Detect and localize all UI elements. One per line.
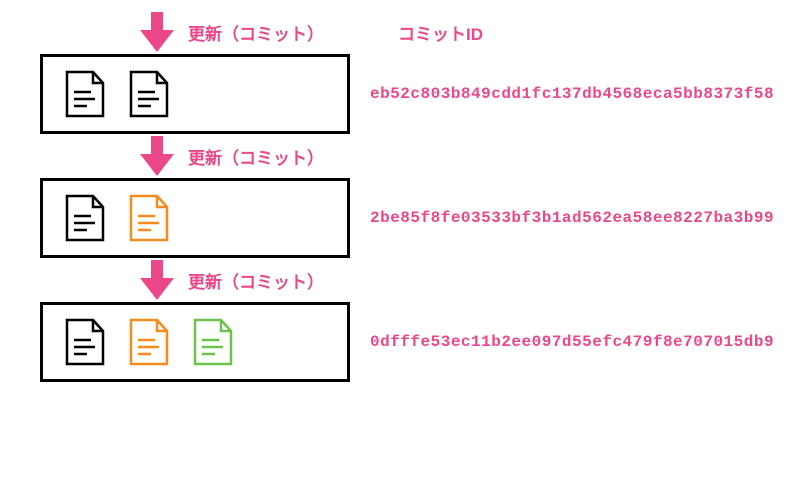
commit-box-3: [40, 302, 350, 382]
document-icon-modified: [129, 318, 169, 366]
commit-label-3: 更新（コミット）: [188, 268, 324, 293]
document-icon-added: [193, 318, 233, 366]
commit-hash-3: 0dfffe53ec11b2ee097d55efc479f8e707015db9: [370, 333, 774, 351]
commit-hash-1: eb52c803b849cdd1fc137db4568eca5bb8373f58: [370, 85, 774, 103]
document-icon: [129, 70, 169, 118]
commit-box-1: [40, 54, 350, 134]
document-icon: [65, 194, 105, 242]
commit-box-2: [40, 178, 350, 258]
arrow-down-icon: [140, 12, 174, 52]
document-icon: [65, 318, 105, 366]
commit-label-1: 更新（コミット）: [188, 20, 324, 45]
commit-hash-2: 2be85f8fe03533bf3b1ad562ea58ee8227ba3b99: [370, 209, 774, 227]
document-icon-modified: [129, 194, 169, 242]
arrow-down-icon: [140, 136, 174, 176]
document-icon: [65, 70, 105, 118]
commit-id-header: コミットID: [398, 20, 483, 45]
commit-label-2: 更新（コミット）: [188, 144, 324, 169]
arrow-down-icon: [140, 260, 174, 300]
